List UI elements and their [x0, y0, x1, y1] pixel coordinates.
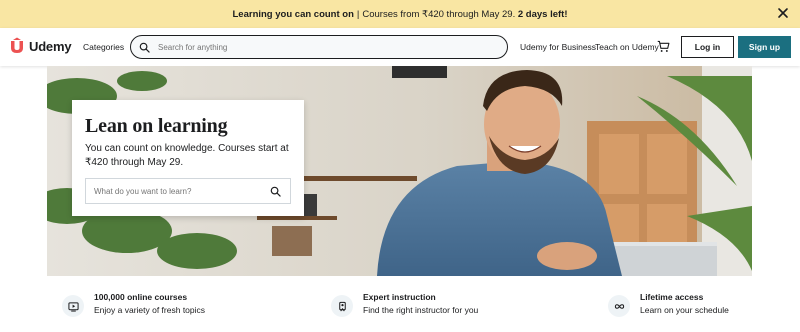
teach-on-udemy-link[interactable]: Teach on Udemy — [595, 42, 659, 52]
promo-separator: | — [356, 8, 360, 20]
feature-expert-instruction: Expert instruction Find the right instru… — [331, 292, 478, 317]
feature-title: 100,000 online courses — [94, 292, 188, 302]
search-bar[interactable] — [130, 35, 508, 59]
feature-online-courses: 100,000 online courses Enjoy a variety o… — [62, 292, 205, 317]
promo-emphasis: 2 days left! — [517, 8, 568, 20]
search-icon[interactable] — [270, 186, 281, 197]
infinity-icon — [608, 295, 630, 317]
search-icon[interactable] — [139, 42, 150, 53]
instructor-icon — [331, 295, 353, 317]
udemy-logo-icon — [11, 37, 23, 53]
categories-menu[interactable]: Categories — [83, 42, 124, 52]
hero-card: Lean on learning You can count on knowle… — [72, 100, 304, 216]
cart-icon[interactable] — [657, 40, 670, 53]
promo-lead: Learning you can count on — [232, 8, 354, 20]
udemy-for-business-link[interactable]: Udemy for Business — [520, 42, 596, 52]
feature-subtitle: Enjoy a variety of fresh topics — [94, 305, 206, 315]
promo-banner: Learning you can count on | Courses from… — [0, 0, 800, 28]
feature-lifetime-access: Lifetime access Learn on your schedule — [608, 292, 729, 317]
login-button[interactable]: Log in — [681, 36, 734, 58]
feature-title: Lifetime access — [640, 292, 704, 302]
features-strip: 100,000 online courses Enjoy a variety o… — [0, 276, 800, 332]
logo-wordmark: Udemy — [29, 38, 72, 54]
hero-search-bar[interactable] — [85, 178, 291, 204]
site-header: Udemy Categories Udemy for Business Teac… — [0, 28, 800, 66]
hero-title: Lean on learning — [85, 115, 228, 137]
feature-subtitle: Find the right instructor for you — [363, 305, 479, 315]
udemy-logo[interactable]: Udemy — [8, 37, 72, 55]
hero-subtitle: You can count on knowledge. Courses star… — [85, 143, 289, 168]
feature-title: Expert instruction — [363, 292, 436, 302]
video-icon — [62, 295, 84, 317]
promo-body: Courses from ₹420 through May 29. — [362, 8, 516, 20]
hero-search-input[interactable] — [94, 186, 264, 196]
signup-button[interactable]: Sign up — [738, 36, 791, 58]
search-input[interactable] — [158, 42, 478, 52]
feature-subtitle: Learn on your schedule — [640, 305, 729, 315]
close-icon[interactable] — [777, 7, 789, 19]
